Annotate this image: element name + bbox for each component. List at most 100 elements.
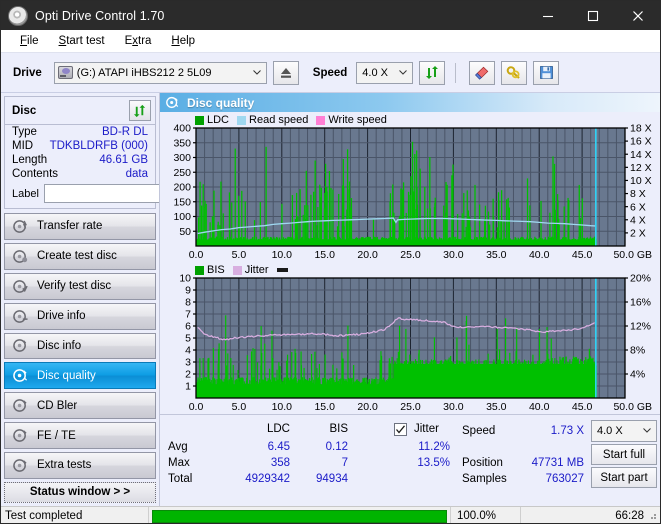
- disc-panel: Disc Type BD-R DL MID TDKBLDRFB (000): [4, 96, 156, 209]
- legend-entry-extra-marker: [277, 268, 288, 272]
- sidebar-item-disc-info[interactable]: Disc info: [4, 333, 156, 360]
- test-speed-select[interactable]: 4.0 X: [591, 420, 657, 442]
- eraser-icon: [474, 65, 490, 81]
- sidebar-item-create-test-disc[interactable]: Create test disc: [4, 243, 156, 270]
- stats-jitter-avg: 11.2%: [382, 441, 450, 453]
- stats-position-label: Position: [462, 457, 503, 469]
- stats-bis-avg: 0.12: [290, 441, 348, 453]
- legend-label-read-speed: Read speed: [249, 114, 308, 126]
- disc-info-icon: [13, 338, 28, 353]
- stats-speed-value: 1.73 X: [512, 425, 584, 437]
- svg-text:150: 150: [173, 196, 191, 208]
- cd-bler-icon: [13, 398, 28, 413]
- sidebar-item-drive-info[interactable]: Drive info: [4, 303, 156, 330]
- disc-row-mid: MID TDKBLDRFB (000): [5, 139, 155, 153]
- svg-text:20.0: 20.0: [357, 249, 378, 261]
- menu-item-extra[interactable]: Extra: [115, 33, 162, 49]
- refresh-button[interactable]: [419, 61, 445, 85]
- svg-text:25.0: 25.0: [400, 249, 421, 261]
- stats-row-total-label: Total: [168, 473, 192, 485]
- svg-text:30.0: 30.0: [443, 401, 464, 413]
- disc-value-contents: data: [126, 168, 148, 180]
- svg-text:3: 3: [185, 357, 191, 369]
- extra-tests-icon: [13, 458, 28, 473]
- disc-refresh-button[interactable]: [129, 100, 151, 121]
- sidebar-item-disc-quality[interactable]: Disc quality: [4, 362, 156, 389]
- resize-grip-icon[interactable]: [646, 509, 658, 521]
- sidebar-item-fe-te[interactable]: FE / TE: [4, 422, 156, 449]
- svg-text:40.0: 40.0: [529, 249, 550, 261]
- start-full-button[interactable]: Start full: [591, 444, 657, 465]
- minimize-button[interactable]: [525, 1, 570, 30]
- menu-item-help[interactable]: Help: [161, 33, 205, 49]
- save-button[interactable]: [533, 61, 559, 85]
- main-panel: Disc quality LDC Read speed Write speed: [159, 93, 661, 506]
- window-title: Opti Drive Control 1.70: [35, 9, 164, 23]
- progress-bar: [152, 510, 447, 523]
- legend-swatch-read-speed: [237, 116, 246, 125]
- stats-speed-label: Speed: [462, 425, 495, 437]
- legend-label-ldc: LDC: [207, 114, 229, 126]
- svg-text:20%: 20%: [630, 273, 651, 285]
- erase-button[interactable]: [469, 61, 495, 85]
- menu-item-file[interactable]: File: [10, 33, 49, 49]
- stats-ldc-total: 4929342: [210, 473, 290, 485]
- legend-entry-read-speed: Read speed: [237, 114, 308, 126]
- svg-text:20.0: 20.0: [357, 401, 378, 413]
- svg-text:16%: 16%: [630, 297, 651, 309]
- sidebar-item-label: Disc info: [37, 340, 81, 352]
- drive-select-value: (G:) ATAPI iHBS212 2 5L09: [77, 67, 212, 79]
- menu-item-start-test[interactable]: Start test: [49, 33, 115, 49]
- svg-text:10.0: 10.0: [272, 401, 293, 413]
- stats-samples-value: 763027: [512, 473, 584, 485]
- bis-chart-block: BIS Jitter 123456789104%8%12%16%20%0.05.…: [160, 262, 661, 414]
- disc-row-type: Type BD-R DL: [5, 125, 155, 139]
- svg-text:14 X: 14 X: [630, 149, 652, 161]
- svg-text:8: 8: [185, 297, 191, 309]
- svg-text:5.0: 5.0: [232, 401, 247, 413]
- ldc-chart-legend: LDC Read speed Write speed: [195, 114, 391, 126]
- stats-ldc-avg: 6.45: [220, 441, 290, 453]
- close-button[interactable]: [615, 1, 660, 30]
- panel-title: Disc quality: [187, 96, 254, 110]
- eject-button[interactable]: [273, 61, 299, 85]
- jitter-checkbox[interactable]: [394, 423, 407, 436]
- svg-text:0.0: 0.0: [189, 249, 204, 261]
- menu-label-file-rest: ile: [27, 35, 39, 47]
- svg-text:0.0: 0.0: [189, 401, 204, 413]
- sidebar-item-cd-bler[interactable]: CD Bler: [4, 392, 156, 419]
- svg-text:5.0: 5.0: [232, 249, 247, 261]
- svg-text:18 X: 18 X: [630, 123, 652, 135]
- sidebar-item-label: Transfer rate: [37, 220, 102, 232]
- keys-button[interactable]: [501, 61, 527, 85]
- checkmark-icon: [395, 424, 406, 435]
- stats-panel: Avg Max Total LDC BIS 6.45 358 4929342 0…: [160, 414, 661, 486]
- keys-icon: [506, 65, 522, 81]
- svg-text:5: 5: [185, 333, 191, 345]
- legend-label-jitter: Jitter: [245, 264, 269, 276]
- svg-text:45.0: 45.0: [572, 249, 593, 261]
- refresh-icon: [133, 104, 147, 118]
- svg-text:50.0 GB: 50.0 GB: [613, 249, 652, 261]
- eject-icon: [279, 66, 293, 80]
- sidebar-item-extra-tests[interactable]: Extra tests: [4, 452, 156, 479]
- sidebar: Disc Type BD-R DL MID TDKBLDRFB (000): [1, 93, 159, 506]
- stats-jitter-max: 13.5%: [382, 457, 450, 469]
- maximize-button[interactable]: [570, 1, 615, 30]
- sidebar-item-verify-test-disc[interactable]: Verify test disc: [4, 273, 156, 300]
- refresh-icon: [425, 65, 440, 80]
- speed-select[interactable]: 4.0 X: [356, 62, 413, 84]
- svg-text:45.0: 45.0: [572, 401, 593, 413]
- disc-row-contents: Contents data: [5, 167, 155, 181]
- start-part-button[interactable]: Start part: [591, 467, 657, 488]
- drive-select[interactable]: (G:) ATAPI iHBS212 2 5L09: [54, 62, 267, 84]
- svg-text:15.0: 15.0: [314, 401, 335, 413]
- speed-label: Speed: [313, 67, 348, 79]
- disc-test-icon: [13, 219, 28, 234]
- stats-position-value: 47731 MB: [512, 457, 584, 469]
- status-window-button[interactable]: Status window > >: [4, 482, 156, 503]
- stats-row-max-label: Max: [168, 457, 190, 469]
- sidebar-item-transfer-rate[interactable]: Transfer rate: [4, 213, 156, 240]
- stats-row-avg-label: Avg: [168, 441, 188, 453]
- disc-panel-header: Disc: [5, 97, 155, 125]
